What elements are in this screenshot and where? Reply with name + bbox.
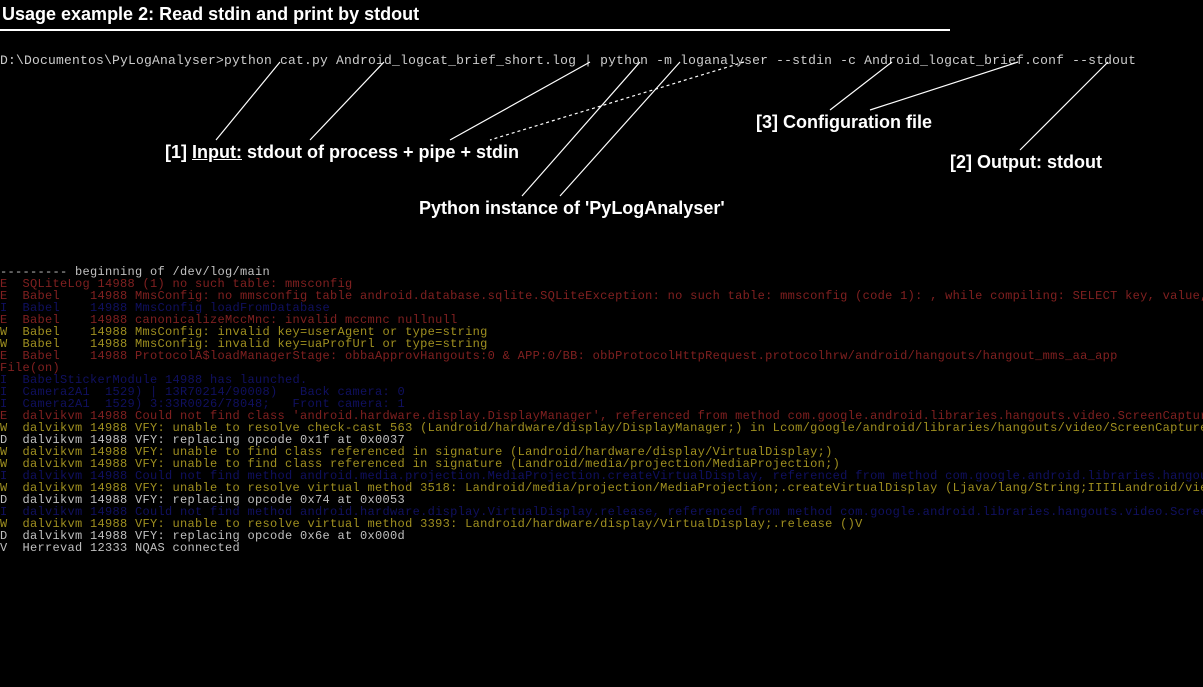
annotation-lines bbox=[0, 0, 1203, 260]
command-line: D:\Documentos\PyLogAnalyser>python cat.p… bbox=[0, 51, 1203, 70]
log-line: V Herrevad 12333 NQAS connected bbox=[0, 542, 1203, 554]
anno-suffix: stdout of process + pipe + stdin bbox=[242, 142, 519, 162]
page-title: Usage example 2: Read stdin and print by… bbox=[0, 0, 950, 31]
annotation-config: [3] Configuration file bbox=[756, 112, 932, 133]
log-output: --------- beginning of /dev/log/mainE SQ… bbox=[0, 266, 1203, 554]
annotation-instance: Python instance of 'PyLogAnalyser' bbox=[419, 198, 725, 219]
anno-label: Input: bbox=[192, 142, 242, 162]
anno-prefix: [1] bbox=[165, 142, 192, 162]
annotation-input: [1] Input: stdout of process + pipe + st… bbox=[165, 142, 519, 163]
log-line: E Babel 14988 ProtocolA$loadManagerStage… bbox=[0, 350, 1203, 362]
annotation-output: [2] Output: stdout bbox=[950, 152, 1102, 173]
